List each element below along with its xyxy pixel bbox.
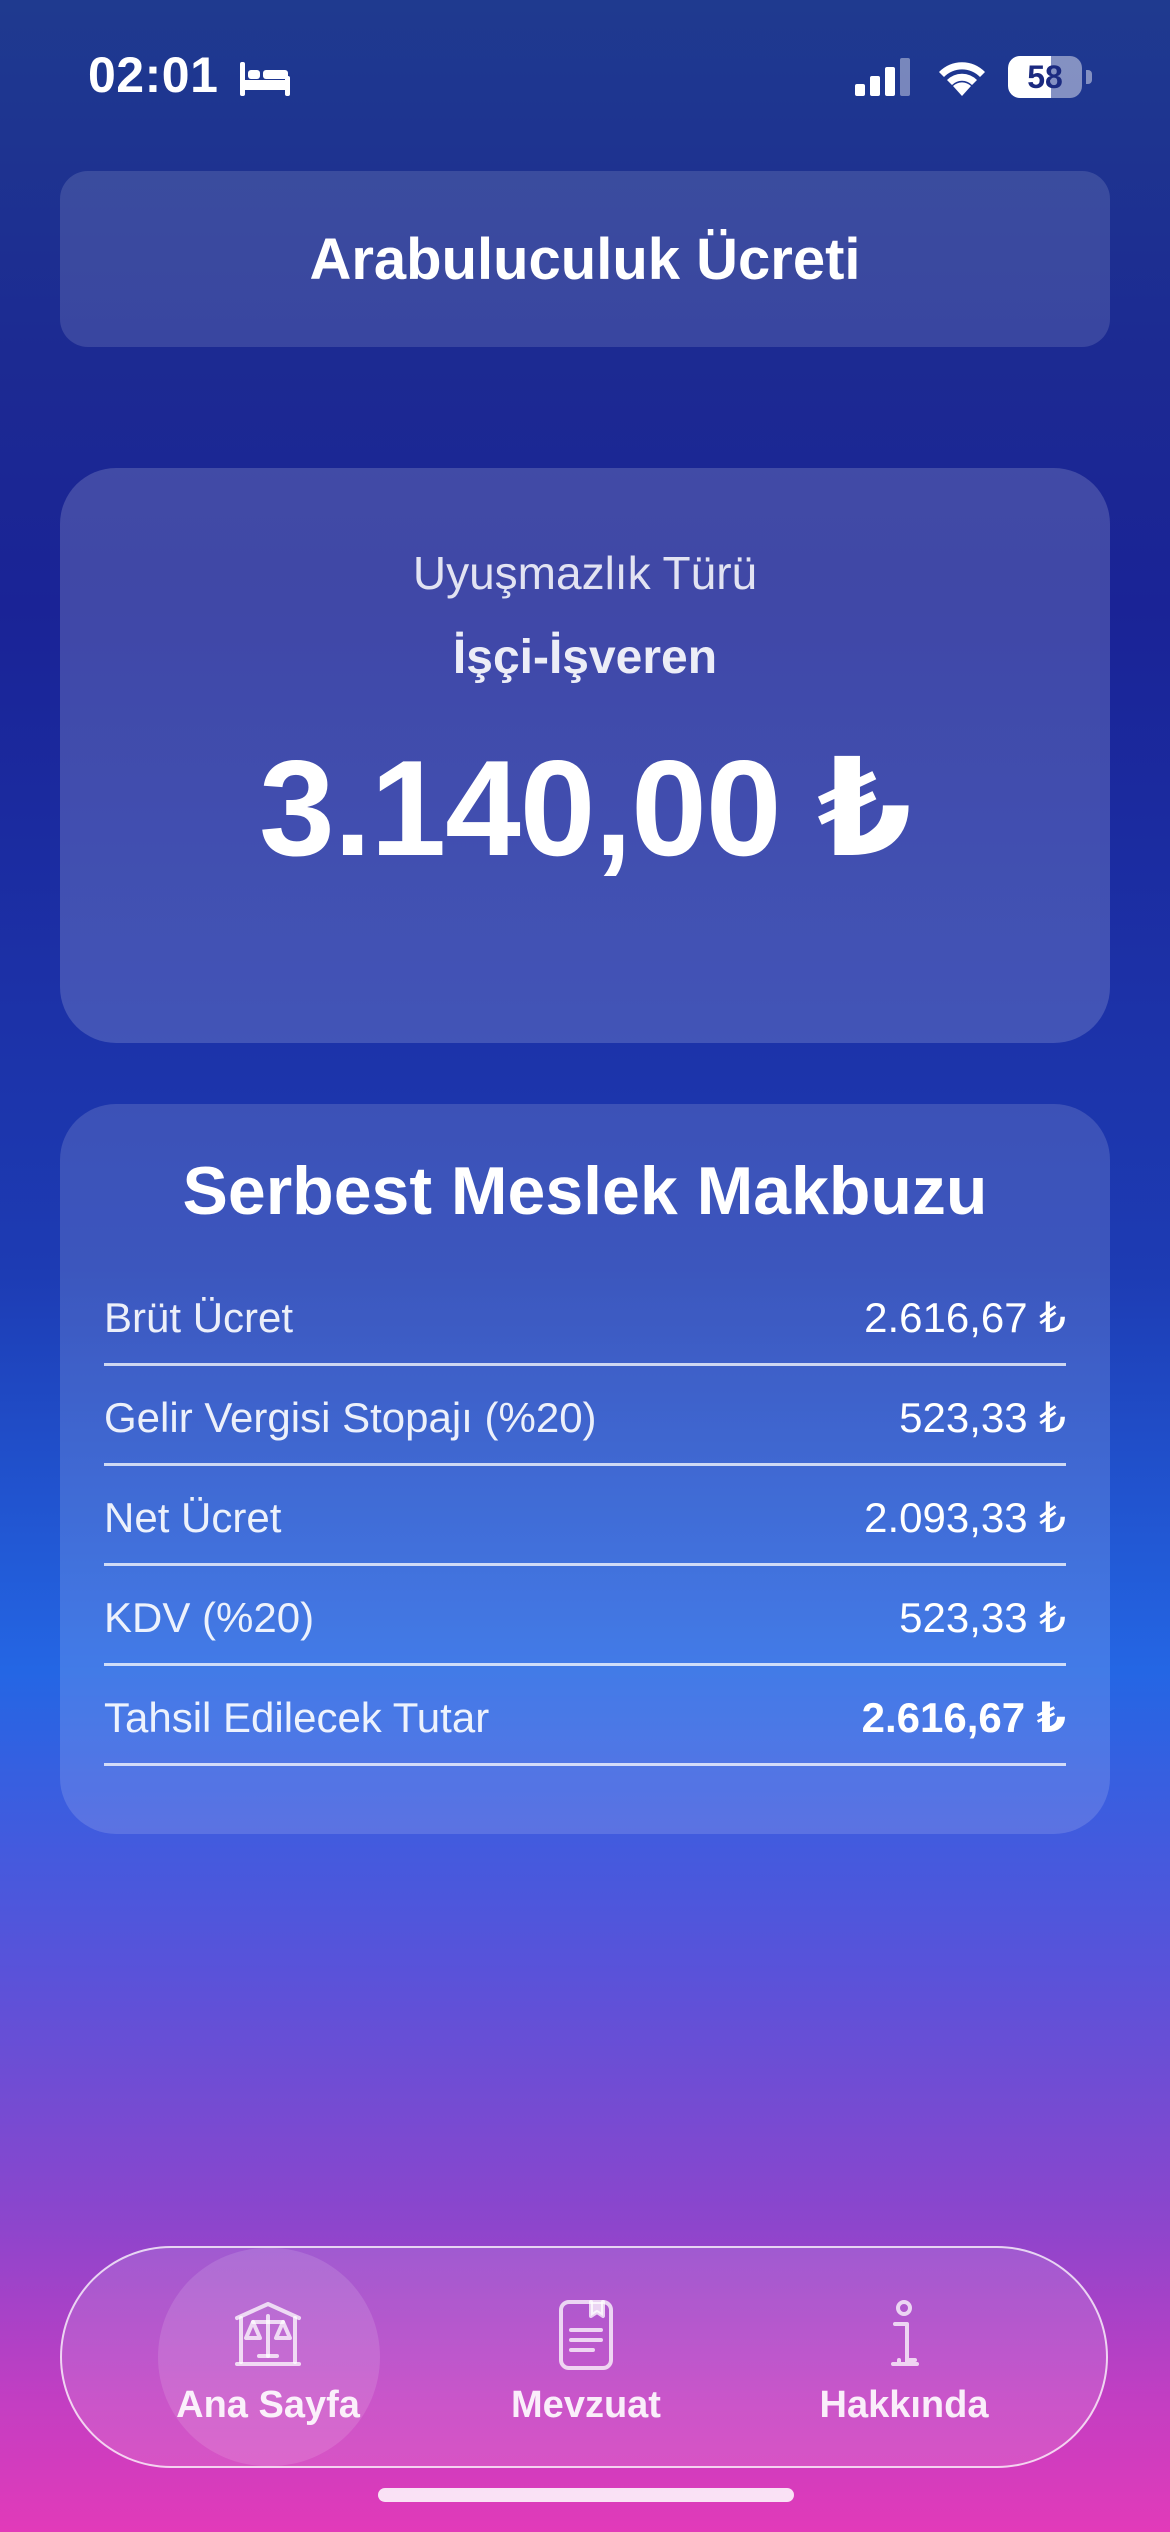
- tab-label: Hakkında: [819, 2384, 989, 2426]
- row-label: Net Ücret: [104, 1493, 282, 1541]
- fee-amount: 3.140,00 ₺: [259, 732, 912, 884]
- tab-regulations[interactable]: Mevzuat: [436, 2248, 736, 2466]
- dispute-type-label: Uyuşmazlık Türü: [412, 547, 758, 599]
- signal-icon: [855, 58, 910, 96]
- tab-label: Ana Sayfa: [176, 2384, 360, 2426]
- document-icon: [559, 2300, 613, 2370]
- row-label: Tahsil Edilecek Tutar: [104, 1693, 490, 1741]
- battery-icon: 58: [1008, 56, 1092, 98]
- receipt-row-income-tax-withholding: Gelir Vergisi Stopajı (%20) 523,33 ₺: [104, 1366, 1066, 1466]
- courthouse-scales-icon: [235, 2302, 301, 2366]
- tab-about[interactable]: Hakkında: [754, 2248, 1054, 2466]
- page-title: Arabuluculuk Ücreti: [309, 226, 861, 292]
- amount-card: Uyuşmazlık Türü İşçi-İşveren 3.140,00 ₺: [60, 468, 1110, 1043]
- row-value: 523,33 ₺: [899, 1594, 1066, 1641]
- info-icon: [891, 2300, 919, 2366]
- dispute-type-value: İşçi-İşveren: [452, 631, 718, 684]
- row-value: 2.616,67 ₺: [864, 1294, 1066, 1341]
- wifi-icon: [939, 62, 985, 96]
- row-value: 2.616,67 ₺: [861, 1694, 1066, 1741]
- row-value: 2.093,33 ₺: [864, 1494, 1066, 1541]
- receipt-card: Serbest Meslek Makbuzu Brüt Ücret 2.616,…: [60, 1104, 1110, 1834]
- row-label: KDV (%20): [104, 1593, 315, 1641]
- receipt-row-gross-fee: Brüt Ücret 2.616,67 ₺: [104, 1266, 1066, 1366]
- tab-bar: Ana Sayfa Mevzuat Hakkında: [60, 2246, 1108, 2468]
- status-bar: 02:01 58: [0, 0, 1170, 150]
- header-card: Arabuluculuk Ücreti: [60, 171, 1110, 347]
- home-indicator[interactable]: [378, 2488, 794, 2502]
- row-value: 523,33 ₺: [899, 1394, 1066, 1441]
- receipt-row-vat: KDV (%20) 523,33 ₺: [104, 1566, 1066, 1666]
- status-time: 02:01: [88, 47, 219, 103]
- bed-icon: [240, 62, 290, 96]
- receipt-row-net-fee: Net Ücret 2.093,33 ₺: [104, 1466, 1066, 1566]
- receipt-row-amount-to-collect: Tahsil Edilecek Tutar 2.616,67 ₺: [104, 1666, 1066, 1766]
- row-label: Brüt Ücret: [104, 1293, 294, 1341]
- receipt-title: Serbest Meslek Makbuzu: [182, 1153, 988, 1229]
- tab-label: Mevzuat: [511, 2384, 661, 2426]
- battery-level: 58: [1027, 59, 1063, 95]
- row-label: Gelir Vergisi Stopajı (%20): [104, 1393, 597, 1441]
- receipt-rows: Brüt Ücret 2.616,67 ₺ Gelir Vergisi Stop…: [104, 1266, 1066, 1766]
- tab-home[interactable]: Ana Sayfa: [118, 2248, 418, 2466]
